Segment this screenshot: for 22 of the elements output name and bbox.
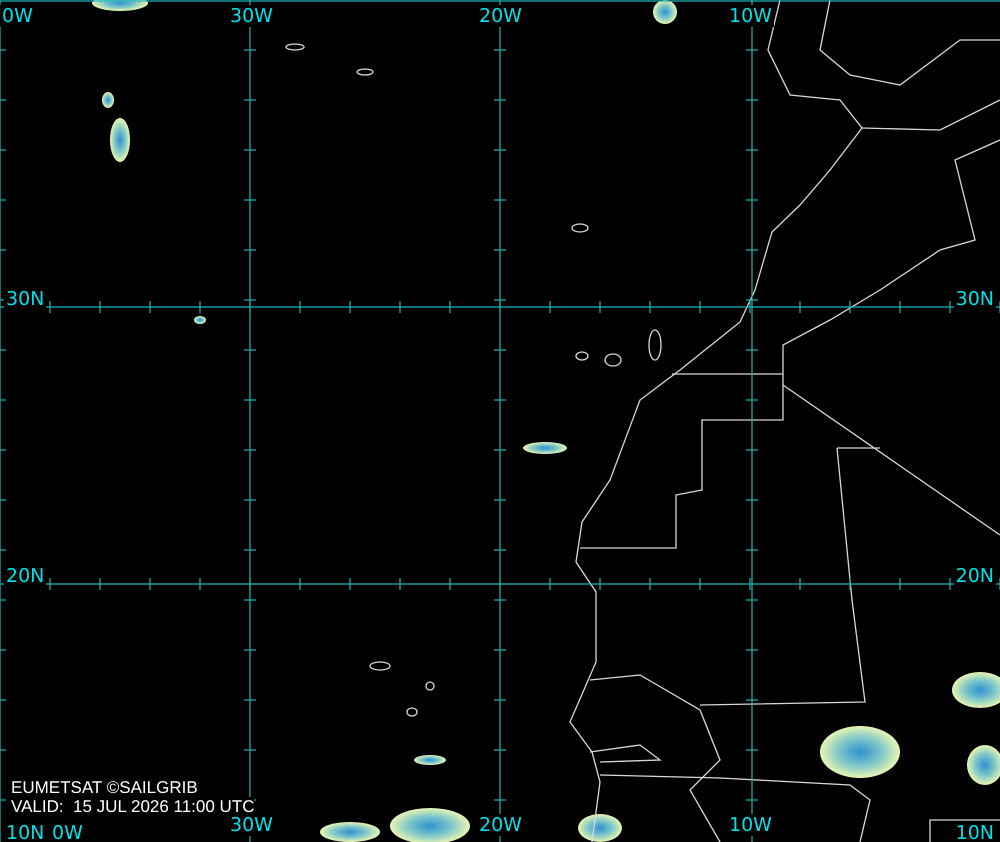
longitude-label: 20W [477,5,524,27]
cloud-patch [967,745,1000,785]
cloud-patch [414,755,446,765]
cloud-patch [320,822,380,842]
cloud-patch [110,118,130,162]
cloud-patch [952,672,1000,708]
cloud-patch [92,0,148,11]
latitude-label: 20N [954,565,996,587]
cloud-patch [194,316,206,324]
latitude-label: 20N [4,565,46,587]
longitude-label: 0W [0,5,35,27]
valid-time: VALID: 15 JUL 2026 11:00 UTC [11,797,254,816]
longitude-label: 0W [50,822,85,842]
cloud-patch [653,0,677,24]
longitude-label: 30W [228,814,275,836]
latitude-label: 30N [954,288,996,310]
latitude-label: 30N [4,288,46,310]
cloud-patch [102,92,114,108]
cloud-patch [523,442,567,454]
longitude-label: 30W [228,5,275,27]
cloud-patch [578,814,622,842]
longitude-label: 20W [477,814,524,836]
